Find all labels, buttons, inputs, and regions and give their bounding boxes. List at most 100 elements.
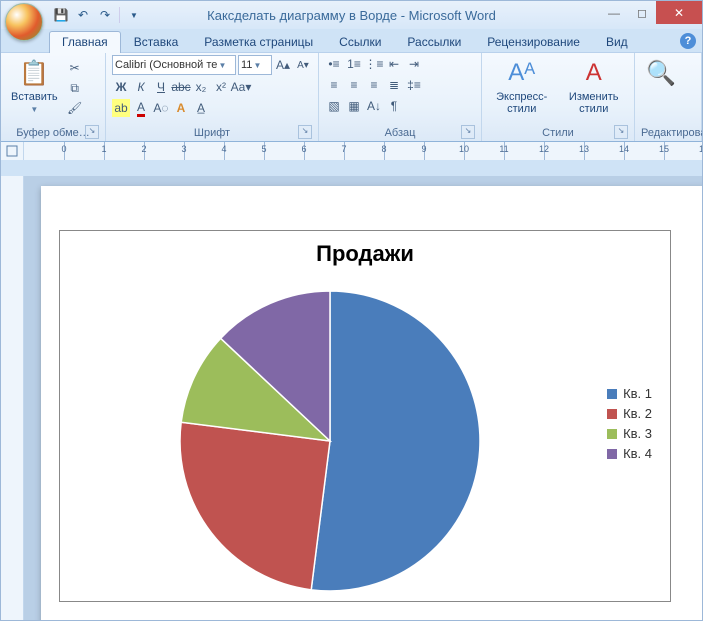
highlight-icon[interactable]: ab	[112, 99, 130, 117]
cut-icon[interactable]: ✂	[66, 59, 84, 77]
paste-button[interactable]: 📋 Вставить ▼	[7, 55, 62, 116]
multilevel-icon[interactable]: ⋮≡	[365, 55, 383, 73]
align-center-icon[interactable]: ≡	[345, 76, 363, 94]
legend-item: Кв. 2	[607, 406, 652, 421]
dialog-launcher-icon[interactable]: ↘	[461, 125, 475, 139]
tab-mail[interactable]: Рассылки	[394, 31, 474, 53]
legend-item: Кв. 4	[607, 446, 652, 461]
document-area: Продажи Кв. 1 Кв. 2 Кв. 3 Кв. 4	[1, 176, 702, 620]
separator	[119, 7, 120, 23]
undo-icon[interactable]: ↶	[75, 7, 91, 23]
strike-icon[interactable]: abc	[172, 78, 190, 96]
chart-title: Продажи	[60, 241, 670, 267]
show-marks-icon[interactable]: ¶	[385, 97, 403, 115]
title-bar: 💾 ↶ ↷ ▼ Каксделать диаграмму в Ворде - M…	[1, 1, 702, 29]
tab-insert[interactable]: Вставка	[121, 31, 192, 53]
align-left-icon[interactable]: ≡	[325, 76, 343, 94]
char-border-icon[interactable]: A̲	[192, 99, 210, 117]
sort-icon[interactable]: A↓	[365, 97, 383, 115]
legend-label: Кв. 3	[623, 426, 652, 441]
shrink-font-icon[interactable]: A▾	[294, 56, 312, 74]
pie-slice	[311, 291, 480, 591]
help-icon[interactable]: ?	[680, 33, 696, 49]
group-clipboard: 📋 Вставить ▼ ✂ ⧉ 🖌 Буфер обме… ↘	[1, 53, 106, 141]
ribbon: 📋 Вставить ▼ ✂ ⧉ 🖌 Буфер обме… ↘	[1, 52, 702, 142]
shading-icon[interactable]: ▧	[325, 97, 343, 115]
paste-label: Вставить	[11, 91, 58, 103]
quick-access-toolbar: 💾 ↶ ↷ ▼	[53, 7, 142, 23]
bold-icon[interactable]: Ж	[112, 78, 130, 96]
chart-object[interactable]: Продажи Кв. 1 Кв. 2 Кв. 3 Кв. 4	[59, 230, 671, 602]
group-styles-label: Стили ↘	[488, 125, 628, 141]
clear-format-icon[interactable]: A◌	[152, 99, 170, 117]
view-ruler-icon	[6, 145, 18, 157]
change-case-icon[interactable]: Aa▾	[232, 78, 250, 96]
align-right-icon[interactable]: ≡	[365, 76, 383, 94]
tab-review[interactable]: Рецензирование	[474, 31, 593, 53]
tab-layout[interactable]: Разметка страницы	[191, 31, 326, 53]
redo-icon[interactable]: ↷	[97, 7, 113, 23]
ribbon-tabs: Главная Вставка Разметка страницы Ссылки…	[1, 29, 702, 52]
horizontal-ruler[interactable]: 01234567891011121314151617	[24, 142, 702, 160]
legend-swatch	[607, 389, 617, 399]
indent-dec-icon[interactable]: ⇤	[385, 55, 403, 73]
justify-icon[interactable]: ≣	[385, 76, 403, 94]
group-editing: 🔍 Редактирование	[635, 53, 702, 141]
bullets-icon[interactable]: •≡	[325, 55, 343, 73]
font-color-icon[interactable]: A	[132, 99, 150, 117]
tab-view[interactable]: Вид	[593, 31, 641, 53]
dialog-launcher-icon[interactable]: ↘	[298, 125, 312, 139]
indent-inc-icon[interactable]: ⇥	[405, 55, 423, 73]
copy-icon[interactable]: ⧉	[66, 79, 84, 97]
chart-legend: Кв. 1 Кв. 2 Кв. 3 Кв. 4	[607, 381, 652, 466]
group-font: Calibri (Основной те▼ 11▼ A▴ A▾ Ж К Ч ab…	[106, 53, 319, 141]
minimize-button[interactable]: —	[600, 1, 628, 24]
legend-swatch	[607, 409, 617, 419]
qat-dropdown-icon[interactable]: ▼	[126, 7, 142, 23]
pie-slice	[180, 422, 330, 590]
font-name-select[interactable]: Calibri (Основной те▼	[112, 55, 236, 75]
underline-icon[interactable]: Ч	[152, 78, 170, 96]
vertical-ruler[interactable]	[1, 176, 24, 620]
save-icon[interactable]: 💾	[53, 7, 69, 23]
line-spacing-icon[interactable]: ‡≡	[405, 76, 423, 94]
change-styles-button[interactable]: A Изменить стили	[559, 55, 628, 117]
font-size-select[interactable]: 11▼	[238, 55, 272, 75]
paste-icon: 📋	[18, 57, 50, 89]
format-painter-icon[interactable]: 🖌	[66, 99, 84, 117]
close-button[interactable]: ✕	[656, 1, 702, 24]
quick-styles-button[interactable]: Aᴬ Экспресс-стили	[488, 55, 555, 117]
group-clipboard-label: Буфер обме… ↘	[7, 125, 99, 141]
office-button[interactable]	[5, 3, 43, 41]
find-button[interactable]: 🔍	[641, 55, 681, 91]
group-paragraph: •≡ 1≡ ⋮≡ ⇤ ⇥ ≡ ≡ ≡ ≣ ‡≡ ▧ ▦ A↓ ¶	[319, 53, 482, 141]
legend-swatch	[607, 449, 617, 459]
dialog-launcher-icon[interactable]: ↘	[614, 125, 628, 139]
legend-swatch	[607, 429, 617, 439]
legend-label: Кв. 1	[623, 386, 652, 401]
dialog-launcher-icon[interactable]: ↘	[85, 125, 99, 139]
ruler-corner[interactable]	[1, 142, 24, 160]
window-controls: — ◻ ✕	[600, 1, 702, 24]
grow-font-icon[interactable]: A▴	[274, 56, 292, 74]
maximize-button[interactable]: ◻	[628, 1, 656, 24]
subscript-icon[interactable]: x₂	[192, 78, 210, 96]
group-editing-label: Редактирование	[641, 125, 695, 141]
binoculars-icon: 🔍	[645, 57, 677, 89]
italic-icon[interactable]: К	[132, 78, 150, 96]
chevron-down-icon: ▼	[217, 61, 227, 70]
document-page[interactable]: Продажи Кв. 1 Кв. 2 Кв. 3 Кв. 4	[41, 186, 702, 620]
numbering-icon[interactable]: 1≡	[345, 55, 363, 73]
superscript-icon[interactable]: x²	[212, 78, 230, 96]
legend-item: Кв. 1	[607, 386, 652, 401]
change-styles-icon: A	[578, 57, 610, 89]
chevron-down-icon: ▼	[252, 61, 262, 70]
group-styles: Aᴬ Экспресс-стили A Изменить стили Стили…	[482, 53, 635, 141]
borders-icon[interactable]: ▦	[345, 97, 363, 115]
quick-styles-icon: Aᴬ	[506, 57, 538, 89]
app-window: 💾 ↶ ↷ ▼ Каксделать диаграмму в Ворде - M…	[0, 0, 703, 621]
group-font-label: Шрифт ↘	[112, 125, 312, 141]
text-effects-icon[interactable]: A	[172, 99, 190, 117]
tab-home[interactable]: Главная	[49, 31, 121, 53]
tab-refs[interactable]: Ссылки	[326, 31, 394, 53]
